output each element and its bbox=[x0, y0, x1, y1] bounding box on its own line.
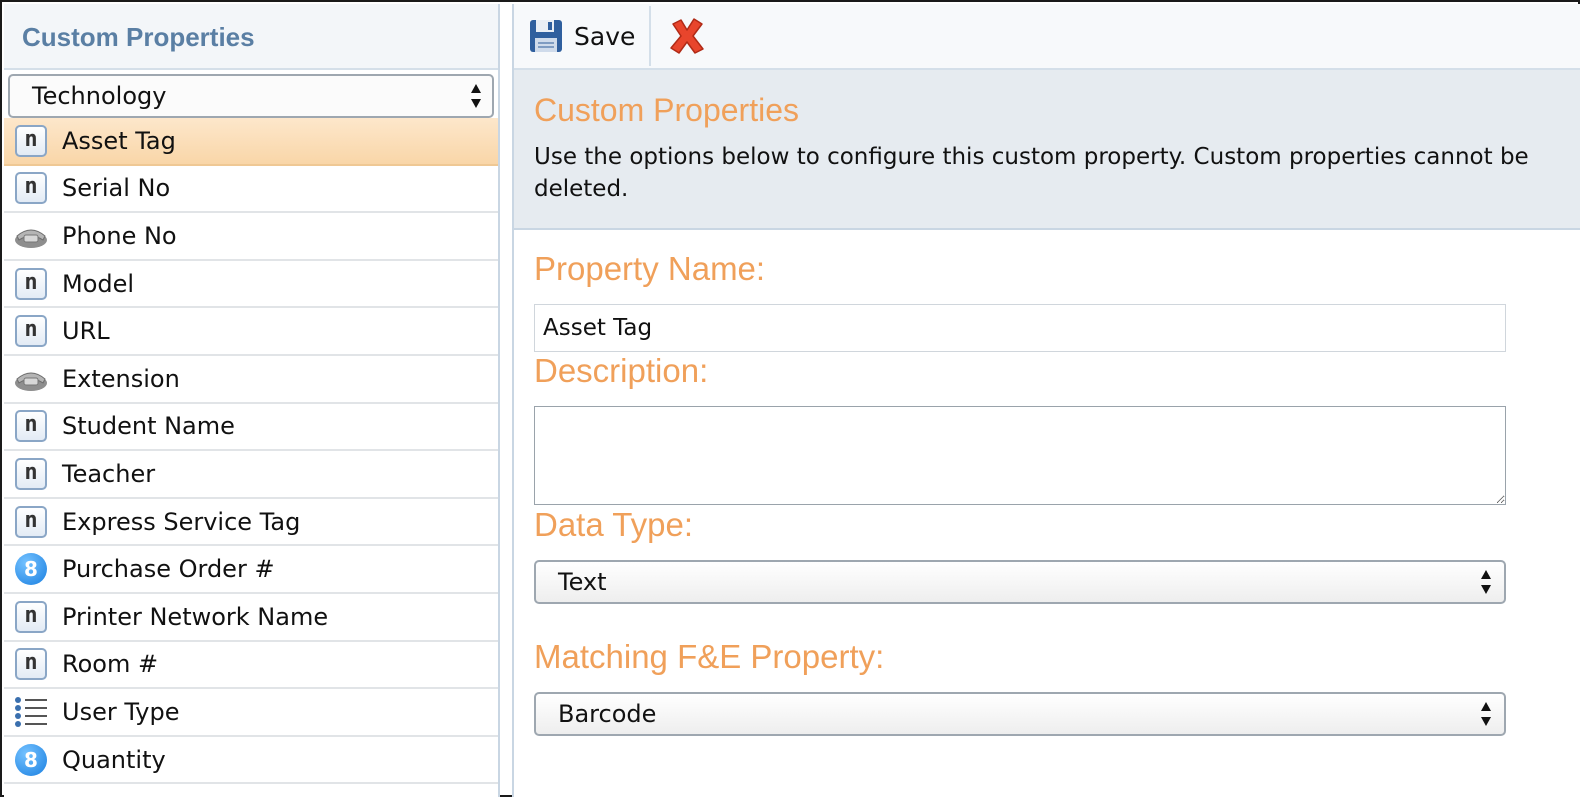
sidebar-title: Custom Properties bbox=[4, 4, 498, 70]
category-select[interactable]: Technology bbox=[8, 74, 494, 118]
number-icon: 8 bbox=[12, 550, 50, 588]
phone-icon bbox=[12, 217, 50, 255]
property-list-item-label: Purchase Order # bbox=[62, 555, 275, 584]
property-list-item[interactable]: n Room # bbox=[4, 641, 498, 690]
cancel-button[interactable] bbox=[651, 6, 723, 66]
save-button[interactable]: Save bbox=[514, 6, 652, 66]
property-list-item[interactable]: n Asset Tag bbox=[4, 118, 498, 166]
text-n-icon: n bbox=[12, 455, 50, 493]
data-type-value: Text bbox=[558, 568, 607, 596]
property-list-item[interactable]: n Express Service Tag bbox=[4, 498, 498, 547]
floppy-disk-icon bbox=[530, 20, 562, 52]
property-list-item-label: Model bbox=[62, 269, 135, 298]
matching-property-select[interactable]: Barcode bbox=[534, 692, 1506, 736]
number-icon: 8 bbox=[12, 741, 50, 779]
select-arrows-icon bbox=[1481, 570, 1491, 594]
property-list-item-label: Room # bbox=[62, 650, 159, 679]
property-list-item[interactable]: User Type bbox=[4, 689, 498, 737]
property-list-item[interactable]: n Student Name bbox=[4, 403, 498, 452]
property-list-item-label: Teacher bbox=[62, 459, 156, 488]
matching-property-value: Barcode bbox=[558, 700, 657, 728]
category-select-value: Technology bbox=[32, 82, 167, 110]
property-list: n Asset Tag n Serial No Phone No n Model n URL Ex… bbox=[4, 118, 498, 785]
property-list-item[interactable]: n Model bbox=[4, 260, 498, 309]
property-list-item-label: Printer Network Name bbox=[62, 602, 329, 631]
property-list-item-label: Extension bbox=[62, 364, 180, 393]
text-n-icon: n bbox=[12, 265, 50, 303]
property-list-item[interactable]: n Serial No bbox=[4, 165, 498, 214]
property-name-label: Property Name: bbox=[534, 250, 766, 287]
info-title: Custom Properties bbox=[534, 92, 799, 128]
text-n-icon: n bbox=[12, 122, 50, 160]
description-textarea[interactable] bbox=[534, 406, 1506, 505]
property-list-item[interactable]: Phone No bbox=[4, 213, 498, 261]
property-list-item-label: Asset Tag bbox=[62, 126, 176, 155]
info-box: Custom Properties Use the options below … bbox=[514, 70, 1580, 230]
property-list-item[interactable]: Extension bbox=[4, 355, 498, 404]
property-editor: Save Custom Properties Use the options b… bbox=[512, 4, 1580, 797]
properties-sidebar: Custom Properties Technology n Asset Tag n… bbox=[4, 4, 500, 797]
property-list-item[interactable]: 8 Purchase Order # bbox=[4, 546, 498, 594]
phone-icon bbox=[12, 360, 50, 398]
text-n-icon: n bbox=[12, 169, 50, 207]
info-text: Use the options below to configure this … bbox=[534, 144, 1529, 202]
text-n-icon: n bbox=[12, 503, 50, 541]
property-list-item-label: Serial No bbox=[62, 174, 171, 203]
property-list-item[interactable]: n URL bbox=[4, 308, 498, 356]
property-list-item-label: URL bbox=[62, 317, 110, 346]
select-arrows-icon bbox=[471, 84, 481, 108]
property-list-item[interactable]: n Printer Network Name bbox=[4, 593, 498, 642]
property-list-item-label: Phone No bbox=[62, 221, 177, 250]
text-n-icon: n bbox=[12, 407, 50, 445]
property-list-item[interactable]: 8 Quantity bbox=[4, 736, 498, 785]
property-list-item[interactable]: n Teacher bbox=[4, 451, 498, 499]
list-icon bbox=[12, 693, 50, 731]
property-list-item-label: Express Service Tag bbox=[62, 507, 301, 536]
toolbar: Save bbox=[514, 4, 1580, 70]
data-type-label: Data Type: bbox=[534, 506, 693, 543]
matching-property-label: Matching F&E Property: bbox=[534, 638, 885, 675]
text-n-icon: n bbox=[12, 598, 50, 636]
description-label: Description: bbox=[534, 352, 709, 389]
property-list-item-label: Quantity bbox=[62, 745, 166, 774]
text-n-icon: n bbox=[12, 312, 50, 350]
red-x-icon bbox=[670, 18, 705, 54]
app-window: Custom Properties Technology n Asset Tag n… bbox=[0, 0, 1580, 797]
data-type-select[interactable]: Text bbox=[534, 560, 1506, 604]
property-list-item-label: Student Name bbox=[62, 412, 235, 441]
property-list-item-label: User Type bbox=[62, 697, 180, 726]
text-n-icon: n bbox=[12, 645, 50, 683]
save-label: Save bbox=[574, 21, 636, 51]
select-arrows-icon bbox=[1481, 702, 1491, 726]
property-name-input[interactable] bbox=[534, 304, 1506, 352]
